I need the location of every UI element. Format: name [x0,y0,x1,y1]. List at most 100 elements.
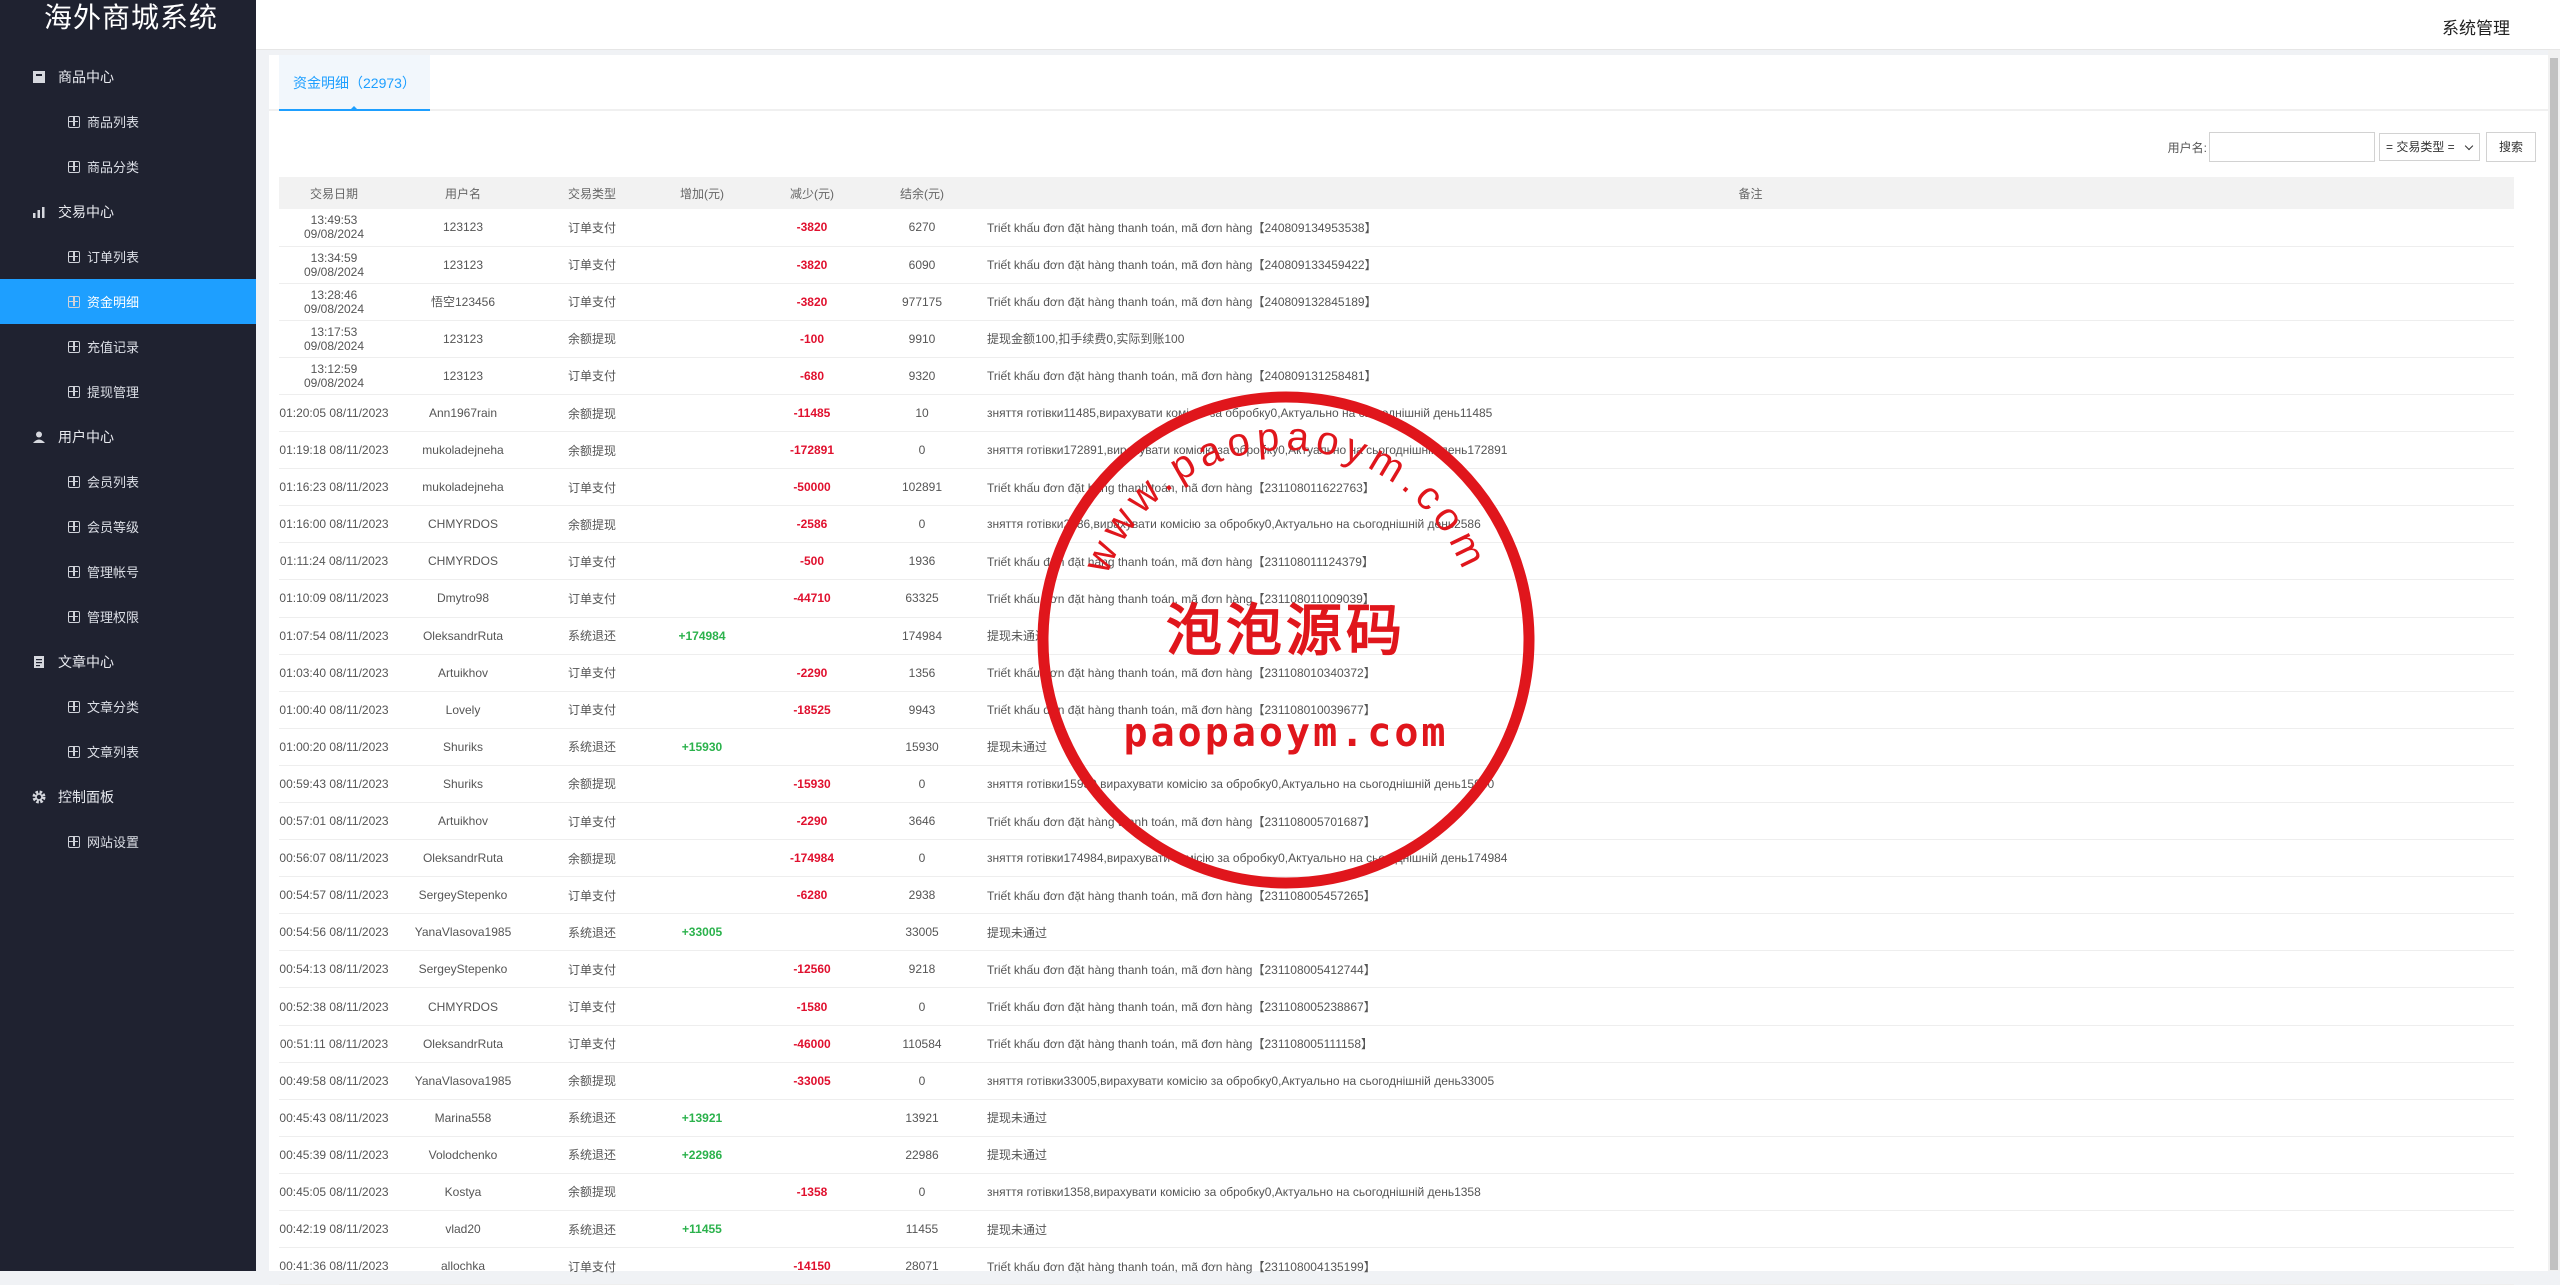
cell-balance: 0 [867,505,977,544]
cell-increase: +22986 [647,1136,757,1174]
username-input[interactable] [2208,132,2375,162]
cell-decrease: -6280 [757,876,867,915]
sidebar-item-label: 交易中心 [58,203,114,220]
sidebar-item-12[interactable]: 管理权限 [0,594,256,639]
scrollbar-thumb[interactable] [2550,58,2558,1270]
sidebar-item-14[interactable]: 文章分类 [0,684,256,729]
cell-balance: 9943 [867,691,977,729]
sidebar-item-4[interactable]: 订单列表 [0,234,256,279]
table-row: 00:54:13 08/11/2023 SergeyStepenko 订单支付 -12… [279,950,2514,989]
sidebar-item-1[interactable]: 商品列表 [0,99,256,144]
cell-remark: зняття готівки1358,вирахувати комісію за… [977,1173,2514,1212]
table-row: 01:19:18 08/11/2023 mukoladejneha 余额提现 -172… [279,431,2514,470]
cell-balance: 102891 [867,468,977,507]
table-row: 13:12:59 09/08/2024 123123 订单支付 -680 9320 Tri… [279,357,2514,395]
cell-date: 00:56:07 08/11/2023 [279,839,389,878]
cell-increase [647,1247,757,1285]
nav-group-13[interactable]: 文章中心 [0,639,256,684]
cell-increase [647,950,757,989]
cell-decrease: -172891 [757,431,867,470]
sidebar-item-label: 商品分类 [87,160,140,175]
cell-remark: Triết khấu đơn đặt hàng thanh toán, mã đ… [977,283,2514,321]
cell-username: OleksandrRuta [389,839,537,878]
cell-decrease: -174984 [757,839,867,878]
page-scrollbar[interactable] [2548,50,2560,1271]
cell-balance: 0 [867,1173,977,1212]
sidebar: 海外商城系统 商品中心 商品列表 商品分类 交易中心 订单列表 资金明细 充值记录 提现管理用… [0,0,256,1271]
nav-group-8[interactable]: 用户中心 [0,414,256,459]
table-row: 00:42:19 08/11/2023 vlad20 系统退还 +11455 11455… [279,1210,2514,1249]
sidebar-item-10[interactable]: 会员等级 [0,504,256,549]
sidebar-item-5[interactable]: 资金明细 [0,279,256,324]
cell-balance: 1356 [867,654,977,692]
table-row: 01:10:09 08/11/2023 Dmytro98 订单支付 -44710 633… [279,579,2514,618]
system-menu[interactable]: 系统管理 [2442,14,2510,39]
nav-group-0[interactable]: 商品中心 [0,54,256,99]
sidebar-item-label: 文章列表 [87,745,140,760]
cell-remark: Triết khấu đơn đặt hàng thanh toán, mã đ… [977,691,2514,729]
cell-balance: 3646 [867,802,977,841]
cell-remark: 提现未通过 [977,1136,2514,1174]
cell-decrease: -1358 [757,1173,867,1212]
sidebar-item-11[interactable]: 管理帐号 [0,549,256,594]
table-row: 01:16:00 08/11/2023 CHMYRDOS 余额提现 -2586 0 зня… [279,505,2514,544]
cell-remark: 提现金额100,扣手续费0,实际到账100 [977,320,2514,358]
cell-increase [647,320,757,358]
table-row: 01:20:05 08/11/2023 Ann1967rain 余额提现 -11485… [279,394,2514,433]
table-row: 00:57:01 08/11/2023 Artuikhov 订单支付 -2290 364… [279,802,2514,841]
sidebar-item-6[interactable]: 充值记录 [0,324,256,369]
cell-username: 悟空123456 [389,283,537,321]
table-header-row: 交易日期 用户名 交易类型 增加(元) 减少(元) 结余(元) 备注 [279,177,2514,209]
nav-group-16[interactable]: 控制面板 [0,774,256,819]
cell-decrease [757,913,867,952]
cell-remark: Triết khấu đơn đặt hàng thanh toán, mã đ… [977,802,2514,841]
cell-date: 00:59:43 08/11/2023 [279,765,389,804]
sidebar-item-label: 管理帐号 [87,565,140,580]
cell-date: 00:42:19 08/11/2023 [279,1210,389,1249]
sidebar-item-label: 充值记录 [87,340,140,355]
cell-date: 01:00:40 08/11/2023 [279,691,389,729]
search-button[interactable]: 搜索 [2485,132,2536,162]
cell-username: Volodchenko [389,1136,537,1174]
cell-increase [647,1173,757,1212]
cell-date: 00:45:43 08/11/2023 [279,1099,389,1137]
table-row: 13:28:46 09/08/2024 悟空123456 订单支付 -3820 9771… [279,283,2514,321]
transaction-type-select[interactable]: = 交易类型 = [2378,133,2480,161]
cell-increase: +33005 [647,913,757,952]
sidebar-item-9[interactable]: 会员列表 [0,459,256,504]
cell-decrease [757,1099,867,1137]
cell-increase: +11455 [647,1210,757,1249]
cell-date: 01:11:24 08/11/2023 [279,542,389,581]
cell-date: 00:52:38 08/11/2023 [279,987,389,1026]
table-row: 01:00:20 08/11/2023 Shuriks 系统退还 +15930 1593… [279,728,2514,766]
sidebar-item-7[interactable]: 提现管理 [0,369,256,414]
cell-decrease [757,1210,867,1249]
cell-remark: Triết khấu đơn đặt hàng thanh toán, mã đ… [977,1247,2514,1285]
table-row: 00:56:07 08/11/2023 OleksandrRuta 余额提现 -174… [279,839,2514,878]
cell-increase [647,394,757,433]
cell-date: 13:12:59 09/08/2024 [279,357,389,395]
cell-username: CHMYRDOS [389,987,537,1026]
cell-balance: 9320 [867,357,977,395]
sidebar-item-17[interactable]: 网站设置 [0,819,256,864]
cell-decrease: -11485 [757,394,867,433]
sidebar-item-label: 订单列表 [87,250,140,265]
col-increase: 增加(元) [647,177,757,209]
cell-type: 订单支付 [537,802,647,841]
col-decrease: 减少(元) [757,177,867,209]
cell-username: 123123 [389,320,537,358]
cell-remark: зняття готівки174984,вирахувати комісію … [977,839,2514,878]
nav-group-3[interactable]: 交易中心 [0,189,256,234]
cell-type: 系统退还 [537,1136,647,1174]
table-row: 13:17:53 09/08/2024 123123 余额提现 -100 9910 提现金… [279,320,2514,358]
tab-fund-details[interactable]: 资金明细（22973） [279,55,430,111]
cell-remark: 提现未通过 [977,617,2514,655]
cell-remark: 提现未通过 [977,728,2514,766]
cell-username: OleksandrRuta [389,1025,537,1063]
sidebar-item-15[interactable]: 文章列表 [0,729,256,774]
cell-remark: Triết khấu đơn đặt hàng thanh toán, mã đ… [977,542,2514,581]
cell-type: 订单支付 [537,691,647,729]
cell-decrease: -12560 [757,950,867,989]
sidebar-item-2[interactable]: 商品分类 [0,144,256,189]
cell-date: 01:16:00 08/11/2023 [279,505,389,544]
